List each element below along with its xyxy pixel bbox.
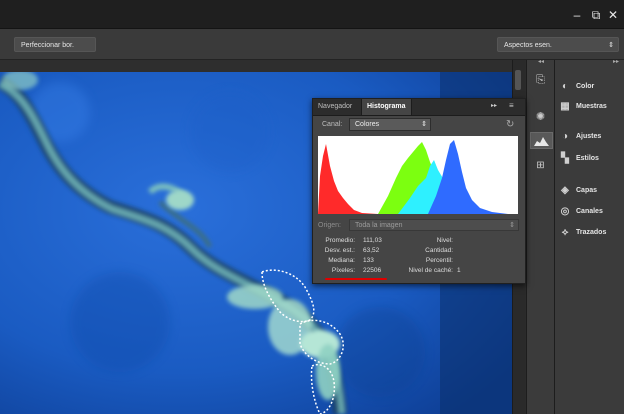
scrollbar-thumb[interactable] (515, 70, 521, 90)
workspace-select[interactable]: Aspectos esen. ⇕ (497, 37, 619, 52)
select-arrow-icon: ⇕ (608, 42, 614, 49)
title-bar: – ⧉ ✕ (0, 0, 624, 29)
close-button[interactable]: ✕ (603, 7, 623, 23)
tab-histogram[interactable]: Histograma (361, 99, 412, 115)
panel-item-adjustments[interactable]: ◑ Ajustes (558, 128, 601, 146)
histogram-panel: Navegador Histograma ▸▸ ≡ Canal: Colores… (312, 98, 526, 284)
styles-icon: ▚ (561, 153, 569, 164)
refresh-icon[interactable]: ↻ (506, 119, 517, 130)
swatches-icon: ▦ (560, 101, 570, 112)
history-icon[interactable]: ⎘ (532, 74, 549, 91)
collapse-icon[interactable]: ◂◂ (531, 58, 551, 66)
color-icon: ◐ (561, 81, 569, 92)
adjustments-icon: ◑ (561, 131, 569, 142)
layers-icon: ◈ (561, 185, 569, 196)
stat-stddev-value: 63,52 (363, 247, 380, 254)
panel-item-layers[interactable]: ◈ Capas (558, 182, 597, 200)
expand-icon[interactable]: ▸▸ (613, 58, 619, 65)
actions-icon[interactable]: ⊞ (532, 160, 549, 177)
stat-mean-label: Promedio: (325, 237, 355, 244)
stat-count-label: Cantidad: (425, 247, 453, 254)
panel-item-paths[interactable]: ⟡ Trazados (558, 224, 607, 242)
stat-median-value: 133 (363, 257, 374, 264)
stat-median-label: Mediana: (328, 257, 355, 264)
select-arrow-icon: ⇕ (509, 222, 515, 229)
channel-select[interactable]: Colores ⇕ (349, 118, 431, 131)
stat-cache-level-value: 1 (457, 267, 461, 274)
source-label: Origen: (318, 222, 341, 229)
document-tab-strip (0, 60, 524, 72)
annotation-underline (325, 278, 387, 280)
channel-label: Canal: (322, 121, 343, 128)
panel-tab-bar: Navegador Histograma ▸▸ ≡ (313, 99, 525, 116)
panel-item-styles[interactable]: ▚ Estilos (558, 150, 599, 168)
histogram-dock-icon[interactable] (530, 132, 553, 149)
panel-icon-dock: ◂◂ ⎘ ✺ ⊞ (526, 58, 554, 414)
info-icon[interactable]: ✺ (532, 110, 549, 127)
stat-mean-value: 111,03 (363, 237, 382, 244)
select-arrow-icon: ⇕ (421, 121, 427, 128)
panel-menu-icon[interactable]: ▸▸ (491, 102, 497, 109)
paths-icon: ⟡ (561, 227, 569, 238)
panel-item-color[interactable]: ◐ Color (558, 78, 594, 96)
stat-level-label: Nivel: (436, 237, 453, 244)
source-select-value: Toda la imagen (355, 222, 403, 229)
panel-item-swatches[interactable]: ▦ Muestras (558, 98, 606, 116)
histogram-graph (318, 136, 518, 214)
minimize-button[interactable]: – (567, 7, 587, 23)
channel-select-value: Colores (355, 121, 380, 128)
channels-icon: ◎ (560, 206, 570, 217)
stat-pixels-value: 22506 (363, 267, 382, 274)
stat-cache-level-label: Nivel de caché: (408, 267, 453, 274)
stat-stddev-label: Desv. est.: (324, 247, 355, 254)
options-bar: Perfeccionar bor. Aspectos esen. ⇕ (0, 29, 624, 60)
stat-pixels-label: Píxeles: (331, 267, 355, 274)
workspace-select-label: Aspectos esen. (504, 42, 552, 49)
tab-navigator[interactable]: Navegador (313, 99, 357, 115)
panel-options-icon[interactable]: ≡ (509, 101, 514, 110)
stat-percentile-label: Percentil: (425, 257, 453, 264)
source-select[interactable]: Toda la imagen ⇕ (349, 219, 519, 231)
refine-edge-button[interactable]: Perfeccionar bor. (14, 37, 96, 52)
panel-item-channels[interactable]: ◎ Canales (558, 203, 603, 221)
